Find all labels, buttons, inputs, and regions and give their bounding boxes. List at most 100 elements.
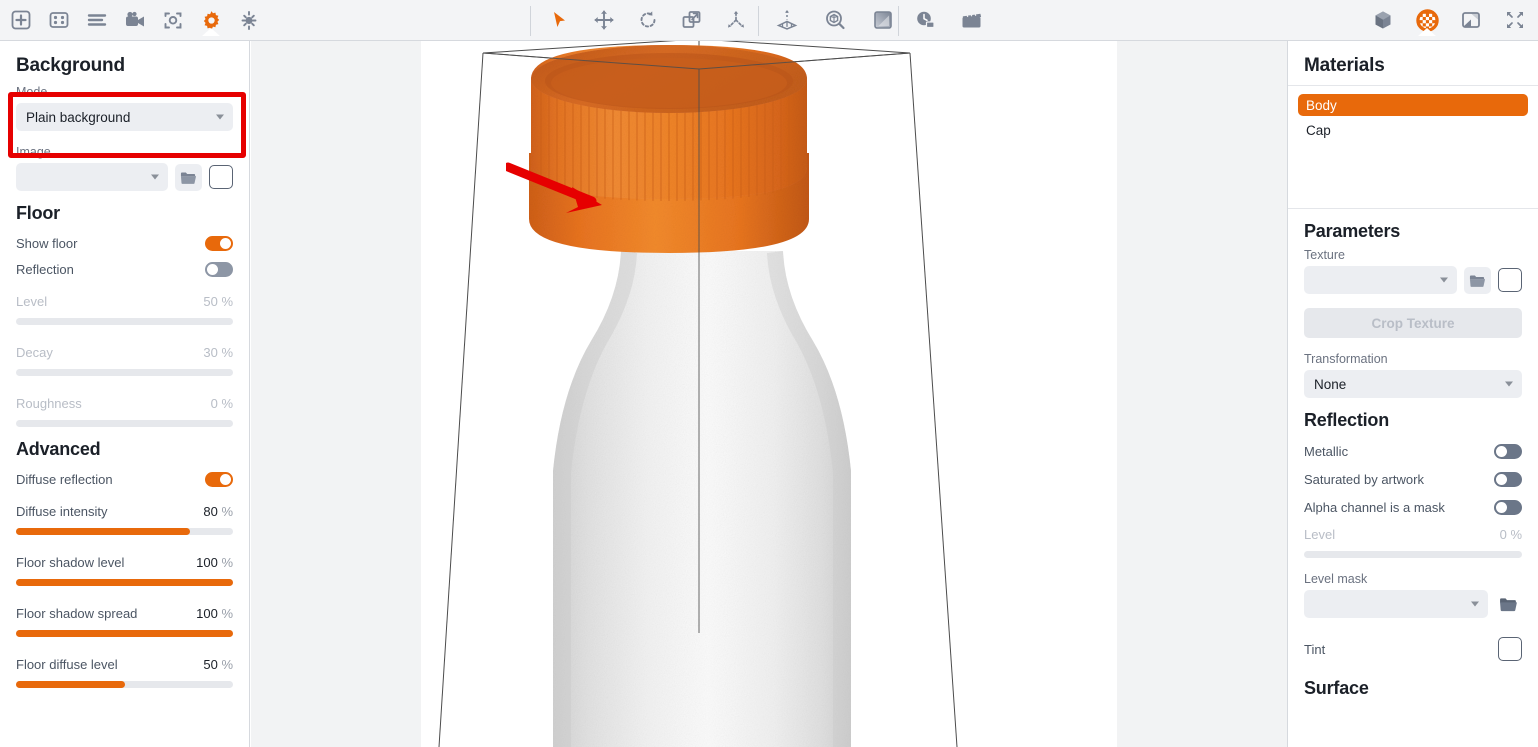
move-icon[interactable]: [589, 5, 619, 35]
tint-color-swatch[interactable]: [1498, 637, 1522, 661]
diffuse-intensity-slider[interactable]: [16, 528, 233, 535]
render-history-icon[interactable]: [910, 5, 940, 35]
crop-texture-button[interactable]: Crop Texture: [1304, 308, 1522, 338]
panel-layout-icon[interactable]: [1456, 5, 1486, 35]
diffuse-reflection-toggle[interactable]: [205, 472, 233, 487]
texture-label: Texture: [1288, 248, 1538, 262]
folder-icon: [180, 170, 197, 185]
main-toolbar: [0, 0, 1538, 41]
level-mask-browse-button[interactable]: [1495, 591, 1522, 618]
level-slider[interactable]: [16, 318, 233, 325]
gradient-quality-icon[interactable]: [868, 5, 898, 35]
decay-row: Decay 30 %: [0, 339, 249, 365]
level-row: Level 50 %: [0, 288, 249, 314]
fullscreen-icon[interactable]: [1500, 5, 1530, 35]
panel-title-materials: Materials: [1288, 41, 1538, 85]
section-title-floor: Floor: [0, 191, 249, 230]
toggle-knob: [1496, 446, 1507, 457]
reflection-row: Reflection: [0, 256, 249, 282]
tint-label: Tint: [1304, 642, 1325, 657]
gear-icon[interactable]: [196, 5, 226, 35]
scale-icon[interactable]: [677, 5, 707, 35]
mode-label: Mode: [0, 85, 249, 99]
image-browse-button[interactable]: [175, 164, 202, 191]
transformation-label: Transformation: [1288, 352, 1538, 366]
render-viewport[interactable]: [251, 41, 1287, 747]
toolbar-render-group: [772, 0, 898, 41]
select-cursor-icon[interactable]: [545, 5, 575, 35]
folder-icon: [1469, 273, 1486, 288]
reflection-level-value: 0 %: [1500, 527, 1522, 542]
chevron-down-icon: [1505, 382, 1513, 387]
mode-select[interactable]: Plain background: [16, 103, 233, 131]
rotate-icon[interactable]: [633, 5, 663, 35]
section-title-parameters: Parameters: [1288, 209, 1538, 248]
roughness-label: Roughness: [16, 396, 82, 411]
decay-slider[interactable]: [16, 369, 233, 376]
roughness-value: 0 %: [211, 396, 233, 411]
texture-select[interactable]: [1304, 266, 1457, 294]
chevron-down-icon: [1440, 278, 1448, 283]
video-camera-icon[interactable]: [120, 5, 150, 35]
material-item-cap[interactable]: Cap: [1298, 119, 1528, 141]
background-settings-panel: Background Mode Plain background Image F…: [0, 41, 250, 747]
light-bulb-icon[interactable]: [234, 5, 264, 35]
alpha-channel-mask-row: Alpha channel is a mask: [1288, 493, 1538, 521]
show-floor-label: Show floor: [16, 236, 77, 251]
reflection-level-slider[interactable]: [1304, 551, 1522, 558]
floor-diffuse-level-label: Floor diffuse level: [16, 657, 118, 672]
perspective-icon[interactable]: [772, 5, 802, 35]
decay-value: 30 %: [203, 345, 233, 360]
image-color-swatch[interactable]: [209, 165, 233, 189]
show-floor-toggle[interactable]: [205, 236, 233, 251]
folder-icon: [1499, 596, 1518, 612]
focus-frame-icon[interactable]: [158, 5, 188, 35]
toggle-knob: [220, 474, 231, 485]
toggle-knob: [220, 238, 231, 249]
texture-color-swatch[interactable]: [1498, 268, 1522, 292]
level-mask-select[interactable]: [1304, 590, 1488, 618]
floor-shadow-level-value: 100 %: [196, 555, 233, 570]
image-select[interactable]: [16, 163, 168, 191]
toggle-knob: [1496, 502, 1507, 513]
alpha-channel-mask-label: Alpha channel is a mask: [1304, 500, 1445, 515]
section-title-reflection: Reflection: [1288, 398, 1538, 437]
cube-icon[interactable]: [1368, 5, 1398, 35]
chevron-down-icon: [216, 115, 224, 120]
transformation-select-value: None: [1314, 377, 1346, 392]
grid-layout-icon[interactable]: [44, 5, 74, 35]
material-item-label: Body: [1306, 98, 1337, 113]
floor-shadow-spread-value: 100 %: [196, 606, 233, 621]
add-icon[interactable]: [6, 5, 36, 35]
transform-3d-icon[interactable]: [721, 5, 751, 35]
floor-shadow-level-slider[interactable]: [16, 579, 233, 586]
reflection-toggle[interactable]: [205, 262, 233, 277]
floor-diffuse-level-slider[interactable]: [16, 681, 233, 688]
metallic-toggle[interactable]: [1494, 444, 1522, 459]
floor-shadow-level-row: Floor shadow level 100 %: [0, 549, 249, 575]
material-item-body[interactable]: Body: [1298, 94, 1528, 116]
saturated-by-artwork-toggle[interactable]: [1494, 472, 1522, 487]
texture-browse-button[interactable]: [1464, 267, 1491, 294]
render-canvas[interactable]: [421, 41, 1117, 747]
level-value: 50 %: [203, 294, 233, 309]
active-indicator-materials: [1418, 28, 1436, 36]
chevron-down-icon: [151, 175, 159, 180]
checkered-sphere-icon[interactable]: [1412, 5, 1442, 35]
saturated-by-artwork-label: Saturated by artwork: [1304, 472, 1424, 487]
inspect-object-icon[interactable]: [820, 5, 850, 35]
roughness-slider[interactable]: [16, 420, 233, 427]
floor-shadow-level-label: Floor shadow level: [16, 555, 124, 570]
diffuse-reflection-row: Diffuse reflection: [0, 466, 249, 492]
level-label: Level: [16, 294, 47, 309]
alpha-channel-mask-toggle[interactable]: [1494, 500, 1522, 515]
toggle-knob: [207, 264, 218, 275]
show-floor-row: Show floor: [0, 230, 249, 256]
materials-list: Body Cap: [1288, 85, 1538, 196]
menu-icon[interactable]: [82, 5, 112, 35]
tint-row: Tint: [1288, 632, 1538, 666]
clapperboard-icon[interactable]: [956, 5, 986, 35]
floor-shadow-spread-slider[interactable]: [16, 630, 233, 637]
transformation-select[interactable]: None: [1304, 370, 1522, 398]
image-label: Image: [0, 145, 249, 159]
